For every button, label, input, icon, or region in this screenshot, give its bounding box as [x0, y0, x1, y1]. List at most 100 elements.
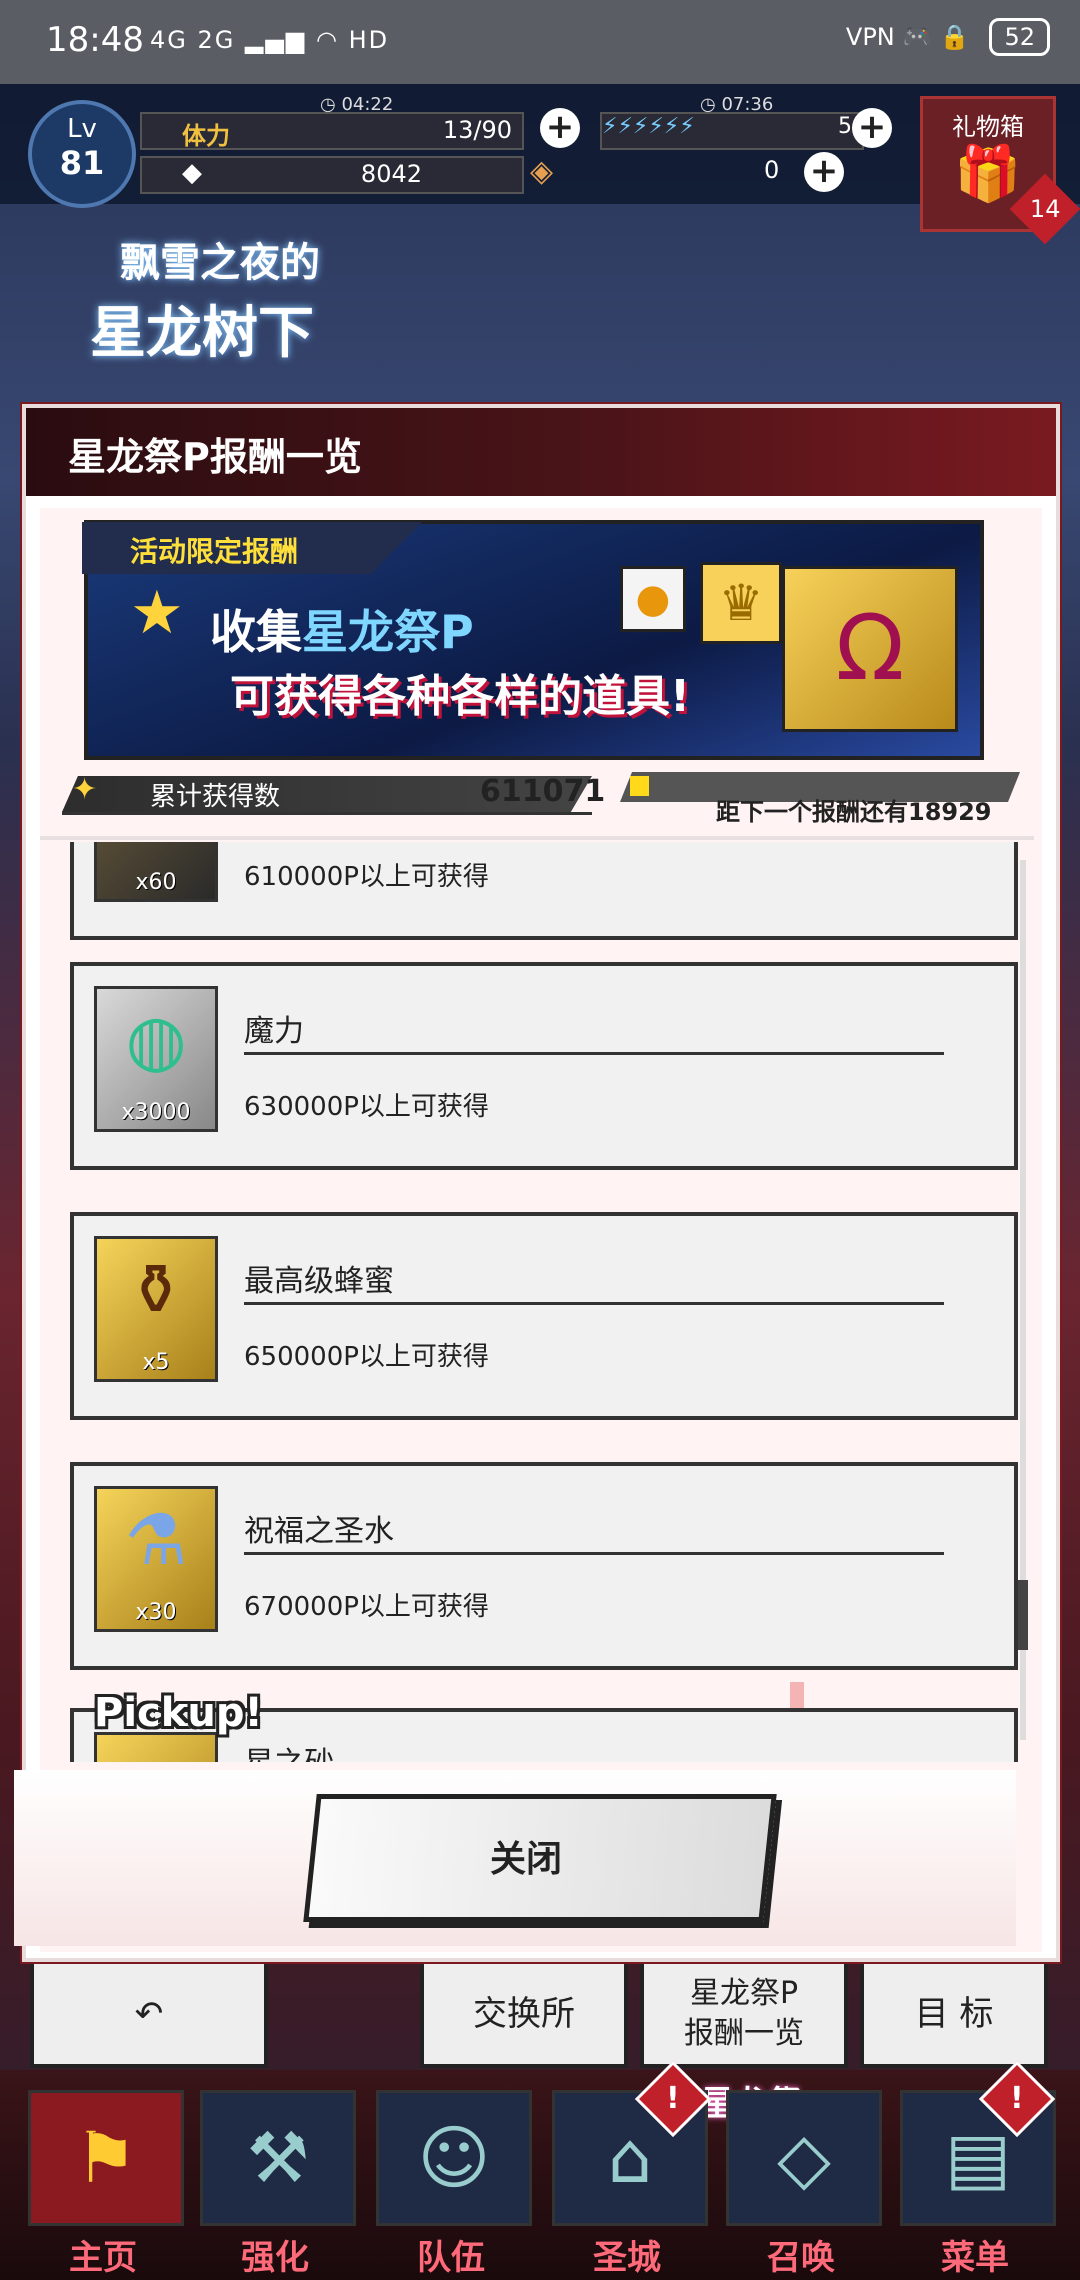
status-right: VPN 🎮 🔒 52: [846, 18, 1050, 56]
reward-requirement: 670000P以上可获得: [244, 1592, 489, 1622]
nav-menu-label: 菜单: [941, 2238, 1009, 2278]
stamina-value: 13/90: [442, 116, 512, 144]
reward-card: ⚱ x5 最高级蜂蜜 650000P以上可获得: [70, 1212, 1018, 1420]
rainbow-gem-icon: ◆: [182, 158, 202, 188]
star-sand-icon: [94, 1732, 218, 1762]
energy-timer-text: 07:36: [721, 94, 774, 115]
divider: [40, 836, 1034, 840]
pickup-label: Pickup!: [94, 1690, 263, 1736]
anvil-icon: ⚒: [200, 2090, 356, 2226]
reward-qty: x3000: [121, 1100, 191, 1125]
promo-line2: 可获得各种各样的道具!: [230, 671, 691, 722]
gems-bar: ◆ 8042: [140, 156, 524, 194]
scrollbar-thumb[interactable]: [1018, 1580, 1028, 1650]
event-banner-line2: 星龙树下: [90, 301, 314, 366]
reward-rule: [244, 1302, 944, 1305]
add-crystal-button[interactable]: +: [804, 152, 844, 192]
crystal-icon: ◈: [530, 154, 554, 189]
vpn-icon: VPN: [845, 23, 895, 51]
exchange-tile[interactable]: 交换所: [420, 1960, 628, 2068]
close-button-label: 关闭: [490, 1839, 563, 1880]
shooting-star-icon: ★: [130, 578, 184, 648]
nav-enhance[interactable]: ⚒ 强化: [200, 2090, 356, 2278]
reward-requirement: 650000P以上可获得: [244, 1342, 489, 1372]
battery-icon: 52: [989, 18, 1050, 56]
nav-home[interactable]: ⚑ 主页: [28, 2090, 184, 2278]
modal-title: 星龙祭P报酬一览: [68, 435, 362, 479]
sparkle-icon: ✦: [72, 772, 98, 807]
energy-timer: ◷ 07:36: [700, 94, 774, 115]
event-banner[interactable]: 飘雪之夜的 星龙树下: [50, 230, 370, 370]
horseshoe-icon: x60: [94, 842, 218, 902]
reward-rule: [244, 1552, 944, 1555]
energy-value: 5: [838, 114, 852, 139]
nav-party[interactable]: ☺ 队伍: [376, 2090, 532, 2278]
reward-name: 魔力: [244, 1014, 304, 1049]
mana-orb-glyph: ◍: [125, 999, 187, 1081]
wifi-label: HD: [348, 26, 390, 54]
reward-list-tile-line2: 报酬一览: [684, 2016, 804, 2051]
nav-castle-label: 圣城: [593, 2238, 661, 2278]
honey-pot-glyph: ⚱: [126, 1249, 186, 1331]
stamina-timer: ◷ 04:22: [320, 94, 394, 115]
reward-name: 星之砂: [244, 1738, 334, 1762]
add-stamina-button[interactable]: +: [540, 108, 580, 148]
nav-enhance-label: 强化: [241, 2238, 309, 2278]
honey-pot-icon: ⚱ x5: [94, 1236, 218, 1382]
nav-summon[interactable]: ◇ 召唤: [726, 2090, 882, 2278]
nav-home-label: 主页: [69, 2238, 137, 2278]
level-value: 81: [59, 144, 105, 182]
reward-name: 祝福之圣水: [244, 1514, 394, 1549]
nav-party-label: 队伍: [417, 2238, 485, 2278]
gift-count: 14: [1029, 194, 1061, 223]
event-banner-line1: 飘雪之夜的: [120, 240, 320, 286]
reward-requirement: 610000P以上可获得: [244, 862, 489, 892]
gems-value: 8042: [360, 160, 422, 188]
horseshoe-icon: Ω: [782, 566, 958, 732]
reward-qty: x60: [135, 870, 177, 895]
mana-orb-icon: ◍ x3000: [94, 986, 218, 1132]
promo-line1: 收集星龙祭P: [210, 596, 474, 662]
reward-card: ◍ x3000 魔力 630000P以上可获得: [70, 962, 1018, 1170]
orb-icon: ●: [620, 566, 686, 632]
next-reward-progress-fill: [630, 776, 649, 796]
holy-water-icon: ⚗ x30: [94, 1486, 218, 1632]
reward-name: 最高级蜂蜜: [244, 1264, 394, 1299]
accumulated-label: 累计获得数: [150, 782, 281, 812]
holy-water-glyph: ⚗: [124, 1499, 188, 1581]
add-energy-button[interactable]: +: [852, 108, 892, 148]
accumulated-underline: [62, 812, 592, 815]
reward-rule: [244, 1052, 944, 1055]
promo-tag-text: 活动限定报酬: [130, 535, 299, 568]
promo-line1-prefix: 收集: [210, 605, 302, 659]
party-icon: ☺: [376, 2090, 532, 2226]
reward-card: x60 610000P以上可获得: [70, 842, 1018, 940]
reward-qty: x30: [135, 1600, 177, 1625]
crystal-value: 0: [764, 156, 780, 184]
gamepad-icon: 🎮: [902, 23, 933, 51]
reward-list-tile-line1: 星龙祭P: [689, 1976, 799, 2011]
stamina-timer-text: 04:22: [341, 94, 394, 115]
gift-box-label: 礼物箱: [952, 113, 1024, 141]
stamina-bar: 体力 13/90: [140, 112, 524, 150]
promo-line1-highlight: 星龙祭P: [302, 605, 474, 659]
status-bar: 18:48 4G 2G ▂▄▆ ◠ HD VPN 🎮 🔒 52: [0, 0, 1080, 84]
back-button[interactable]: ↶: [30, 1960, 268, 2068]
crown-icon: ♛: [700, 562, 782, 644]
summon-crystal-icon: ◇: [726, 2090, 882, 2226]
goal-tile[interactable]: 目 标: [860, 1960, 1048, 2068]
reward-list-tile[interactable]: 星龙祭P 报酬一览: [640, 1960, 848, 2068]
nav-summon-label: 召唤: [767, 2238, 835, 2278]
reward-requirement: 630000P以上可获得: [244, 1092, 489, 1122]
accumulated-value: 611071: [480, 774, 606, 809]
clock: 18:48: [46, 20, 144, 60]
next-reward-text: 距下一个报酬还有18929: [716, 798, 992, 826]
level-label: Lv: [67, 114, 97, 144]
signal-text: 4G 2G: [150, 26, 236, 54]
player-level: Lv 81: [28, 100, 136, 208]
lock-icon: 🔒: [939, 23, 970, 51]
reward-list[interactable]: x60 610000P以上可获得 ◍ x3000 魔力 630000P以上可获得…: [40, 842, 1034, 1762]
signal-icon: 4G 2G ▂▄▆ ◠ HD: [150, 26, 390, 54]
reward-card: ⚗ x30 祝福之圣水 670000P以上可获得: [70, 1462, 1018, 1670]
home-banner-icon: ⚑: [28, 2090, 184, 2226]
